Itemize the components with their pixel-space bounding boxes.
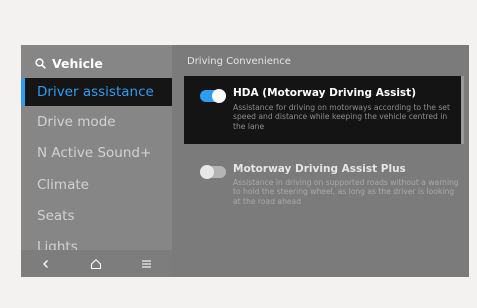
sidebar-item-n-active-sound[interactable]: N Active Sound+ — [21, 139, 172, 167]
option-title: Motorway Driving Assist Plus — [233, 163, 406, 175]
sidebar-item-label: Climate — [37, 177, 89, 193]
sidebar-title: Vehicle — [52, 55, 103, 71]
infotainment-screen: Vehicle Driver assistance Drive mode N A… — [21, 45, 469, 277]
back-icon[interactable] — [36, 254, 56, 274]
sidebar-item-seats[interactable]: Seats — [21, 202, 172, 230]
sidebar-item-label: Drive mode — [37, 114, 116, 130]
search-icon[interactable] — [35, 57, 46, 69]
sidebar-header[interactable]: Vehicle — [35, 53, 103, 73]
option-title: HDA (Motorway Driving Assist) — [233, 87, 416, 99]
hda-toggle[interactable] — [200, 89, 226, 103]
sidebar-item-label: N Active Sound+ — [37, 145, 152, 161]
home-icon[interactable] — [86, 254, 106, 274]
sidebar-item-label: Driver assistance — [37, 84, 154, 100]
sidebar: Vehicle Driver assistance Drive mode N A… — [21, 45, 172, 277]
menu-icon[interactable] — [137, 254, 157, 274]
sidebar-item-driver-assistance[interactable]: Driver assistance — [21, 78, 172, 106]
toggle-knob — [212, 89, 226, 103]
option-hda[interactable]: HDA (Motorway Driving Assist) Assistance… — [184, 76, 464, 144]
toggle-knob — [200, 165, 214, 179]
option-description: Assistance for driving on motorways acco… — [233, 103, 450, 131]
option-motorway-driving-assist-plus[interactable]: Motorway Driving Assist Plus Assistance … — [184, 155, 464, 219]
sidebar-item-climate[interactable]: Climate — [21, 171, 172, 199]
section-title: Driving Convenience — [187, 56, 291, 67]
sidebar-item-label: Seats — [37, 208, 75, 224]
option-description: Assistance in driving on supported roads… — [233, 178, 459, 206]
sidebar-item-drive-mode[interactable]: Drive mode — [21, 108, 172, 136]
mda-plus-toggle[interactable] — [200, 165, 226, 179]
bottom-nav-bar — [21, 250, 172, 277]
